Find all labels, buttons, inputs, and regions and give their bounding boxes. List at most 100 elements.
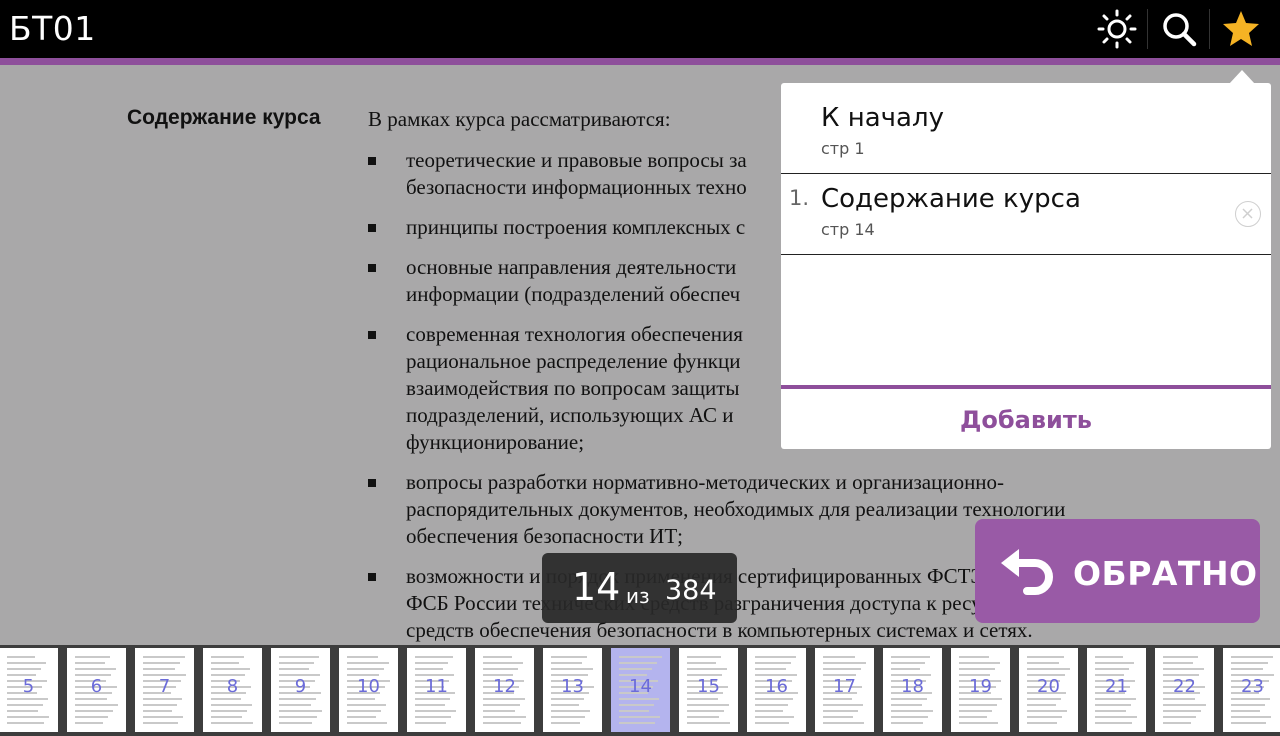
thumbnail-text-line — [143, 710, 172, 712]
thumbnail-text-line — [415, 722, 446, 724]
thumbnail-text-line — [415, 704, 445, 706]
current-page-number: 14 — [572, 565, 621, 609]
page-thumbnail[interactable]: 5 — [0, 648, 58, 732]
page-thumbnail[interactable]: 9 — [271, 648, 330, 732]
thumbnail-text-line — [891, 722, 923, 724]
search-button[interactable] — [1150, 0, 1208, 58]
add-bookmark-button[interactable]: Добавить — [781, 389, 1271, 449]
thumbnail-text-line — [959, 662, 1000, 664]
thumbnail-text-line — [279, 704, 311, 706]
page-thumbnail[interactable]: 12 — [475, 648, 534, 732]
page-thumbnail[interactable]: 7 — [135, 648, 194, 732]
thumbnail-strip[interactable]: 5 6 7 8 9 10 11 12 13 14 15 16 17 18 19 20 21 22 23 — [0, 645, 1280, 736]
thumbnail-text-line — [75, 710, 113, 712]
thumbnail-text-line — [891, 710, 933, 712]
top-bar: БТ01 — [0, 0, 1280, 58]
thumbnail-text-line — [959, 716, 987, 718]
thumbnail-text-line — [1027, 668, 1070, 670]
thumbnail-text-line — [1163, 656, 1198, 658]
page-thumbnail[interactable]: 11 — [407, 648, 466, 732]
thumbnail-text-line — [211, 662, 239, 664]
thumbnail-text-line — [1231, 710, 1260, 712]
star-icon — [1223, 11, 1259, 46]
section-heading: Содержание курса — [127, 106, 321, 129]
bookmark-item[interactable]: 1. Содержание курса стр 14 — [781, 174, 1271, 254]
page-thumbnail[interactable]: 21 — [1087, 648, 1146, 732]
thumbnail-page-number: 16 — [765, 676, 788, 697]
thumbnail-text-line — [143, 698, 182, 700]
thumbnail-text-line — [279, 698, 316, 700]
thumbnail-page-number: 7 — [158, 676, 171, 697]
page-thumbnail[interactable]: 19 — [951, 648, 1010, 732]
thumbnail-text-line — [959, 722, 998, 724]
thumbnail-text-line — [755, 662, 791, 664]
thumbnail-text-line — [1095, 656, 1123, 658]
page-counter-of: из — [626, 584, 650, 608]
bookmarks-button[interactable] — [1212, 0, 1270, 58]
thumbnail-text-line — [891, 668, 920, 670]
thumbnail-text-line — [823, 710, 858, 712]
thumbnail-text-line — [143, 662, 180, 664]
back-button-label: ОБРАТНО — [1073, 554, 1258, 593]
thumbnail-page-number: 12 — [493, 676, 516, 697]
thumbnail-text-line — [1231, 668, 1263, 670]
brightness-button[interactable] — [1088, 0, 1146, 58]
thumbnail-text-line — [1027, 716, 1062, 718]
page-thumbnail[interactable]: 22 — [1155, 648, 1214, 732]
page-thumbnail[interactable]: 18 — [883, 648, 942, 732]
top-bar-accent — [0, 58, 1280, 65]
thumbnail-text-line — [1095, 698, 1136, 700]
bookmarks-popover: К началу стр 1 1. Содержание курса стр 1… — [781, 83, 1271, 449]
thumbnail-text-line — [279, 722, 312, 724]
thumbnail-text-line — [1231, 698, 1270, 700]
page-thumbnail[interactable]: 17 — [815, 648, 874, 732]
page-thumbnail[interactable]: 13 — [543, 648, 602, 732]
thumbnail-text-line — [75, 716, 108, 718]
page-counter: 14 из 384 — [542, 553, 737, 623]
thumbnail-text-line — [483, 662, 523, 664]
page-thumbnail[interactable]: 10 — [339, 648, 398, 732]
thumbnail-text-line — [347, 656, 378, 658]
thumbnail-text-line — [279, 662, 314, 664]
thumbnail-text-line — [551, 668, 593, 670]
thumbnail-text-line — [483, 668, 518, 670]
thumbnail-page-number: 19 — [969, 676, 992, 697]
thumbnail-text-line — [891, 656, 930, 658]
thumbnail-text-line — [823, 668, 861, 670]
thumbnail-text-line — [211, 716, 242, 718]
thumbnail-text-line — [1163, 704, 1206, 706]
thumbnail-text-line — [1027, 662, 1059, 664]
thumbnail-text-line — [75, 656, 110, 658]
thumbnail-page-number: 5 — [22, 676, 35, 697]
thumbnail-text-line — [415, 668, 443, 670]
thumbnail-text-line — [1231, 656, 1273, 658]
page-thumbnail[interactable]: 15 — [679, 648, 738, 732]
thumbnail-text-line — [687, 668, 727, 670]
thumbnail-text-line — [619, 668, 652, 670]
remove-bookmark-button[interactable] — [1235, 201, 1261, 227]
thumbnail-text-line — [415, 710, 456, 712]
thumbnail-text-line — [347, 662, 389, 664]
thumbnail-text-line — [823, 656, 855, 658]
bookmark-item-start[interactable]: К началу стр 1 — [781, 83, 1271, 173]
page-thumbnail[interactable]: 23 — [1223, 648, 1280, 732]
thumbnail-text-line — [143, 716, 183, 718]
thumbnail-text-line — [823, 698, 852, 700]
thumbnail-page-number: 23 — [1241, 676, 1264, 697]
thumbnail-text-line — [551, 704, 579, 706]
back-button[interactable]: ОБРАТНО — [975, 519, 1260, 623]
thumbnail-text-line — [1095, 704, 1131, 706]
page-thumbnail[interactable]: 14 — [611, 648, 670, 732]
thumbnail-page-number: 8 — [226, 676, 239, 697]
page-thumbnail[interactable]: 16 — [747, 648, 806, 732]
bookmark-title: К началу — [821, 103, 944, 133]
page-thumbnail[interactable]: 6 — [67, 648, 126, 732]
thumbnail-text-line — [755, 698, 793, 700]
thumbnail-text-line — [687, 722, 730, 724]
thumbnail-text-line — [483, 716, 526, 718]
thumbnail-text-line — [891, 662, 925, 664]
page-thumbnail[interactable]: 20 — [1019, 648, 1078, 732]
page-thumbnail[interactable]: 8 — [203, 648, 262, 732]
thumbnail-page-number: 13 — [561, 676, 584, 697]
thumbnail-text-line — [1027, 710, 1067, 712]
